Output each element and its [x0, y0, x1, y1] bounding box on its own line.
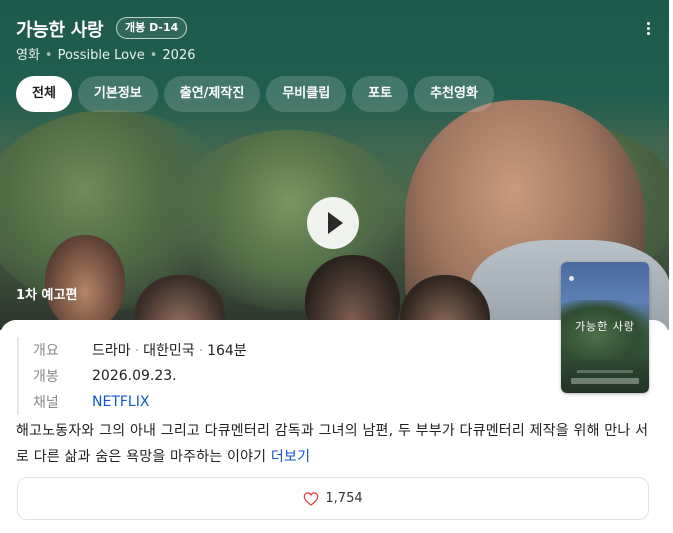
- runtime-value: 164분: [207, 343, 247, 359]
- tab-recommended[interactable]: 추천영화: [414, 76, 494, 112]
- play-icon[interactable]: [307, 197, 359, 249]
- meta-category: 영화: [16, 48, 40, 63]
- like-count: 1,754: [325, 491, 363, 506]
- info-table: 개요 드라마 · 대한민국 · 164분 개봉 2026.09.23. 채널 NETFL…: [17, 337, 247, 415]
- release-date-value: 2026.09.23.: [92, 368, 177, 384]
- tab-all[interactable]: 전체: [16, 76, 72, 112]
- release-label: 개봉: [33, 369, 59, 385]
- info-row-channel: 채널 NETFLIX: [33, 389, 247, 415]
- channel-link[interactable]: NETFLIX: [92, 394, 149, 410]
- movie-meta: 영화 • Possible Love • 2026: [16, 48, 196, 63]
- tab-photos[interactable]: 포토: [352, 76, 409, 112]
- tab-cast-crew[interactable]: 출연/제작진: [163, 76, 261, 112]
- synopsis-text: 해고노동자와 그의 아내 그리고 다큐멘터리 감독과 그녀의 남편, 두 부부가…: [16, 423, 649, 465]
- overview-label: 개요: [33, 343, 59, 359]
- tab-movie-clips[interactable]: 무비클립: [266, 76, 347, 112]
- overview-value: 드라마 · 대한민국 · 164분: [92, 343, 247, 359]
- movie-title[interactable]: 가능한 사랑: [16, 16, 104, 42]
- poster-title: 가능한 사랑: [574, 320, 636, 333]
- more-options-icon[interactable]: [641, 20, 655, 42]
- movie-card: 가능한 사랑 개봉 D-14 영화 • Possible Love • 2026 전체 …: [0, 0, 669, 533]
- tab-bar: 전체 기본정보 출연/제작진 무비클립 포토 추천영화: [16, 76, 494, 112]
- trailer-label: 1차 예고편: [16, 288, 78, 303]
- info-row-overview: 개요 드라마 · 대한민국 · 164분: [33, 337, 247, 363]
- like-button[interactable]: 1,754: [17, 477, 649, 520]
- meta-english-title: Possible Love: [57, 48, 145, 63]
- release-dday-badge: 개봉 D-14: [116, 17, 188, 39]
- genre-value: 드라마: [92, 343, 131, 359]
- movie-poster[interactable]: 가능한 사랑: [561, 262, 649, 393]
- synopsis: 해고노동자와 그의 아내 그리고 다큐멘터리 감독과 그녀의 남편, 두 부부가…: [16, 418, 656, 470]
- info-row-release: 개봉 2026.09.23.: [33, 363, 247, 389]
- channel-label: 채널: [33, 395, 59, 411]
- meta-year: 2026: [162, 48, 196, 63]
- tab-basic-info[interactable]: 기본정보: [77, 76, 158, 112]
- heart-icon: [304, 491, 319, 506]
- header: 가능한 사랑 개봉 D-14 영화 • Possible Love • 2026: [0, 0, 669, 70]
- country-value: 대한민국: [143, 343, 195, 359]
- page-edge: [669, 0, 673, 533]
- more-link[interactable]: 더보기: [271, 449, 310, 465]
